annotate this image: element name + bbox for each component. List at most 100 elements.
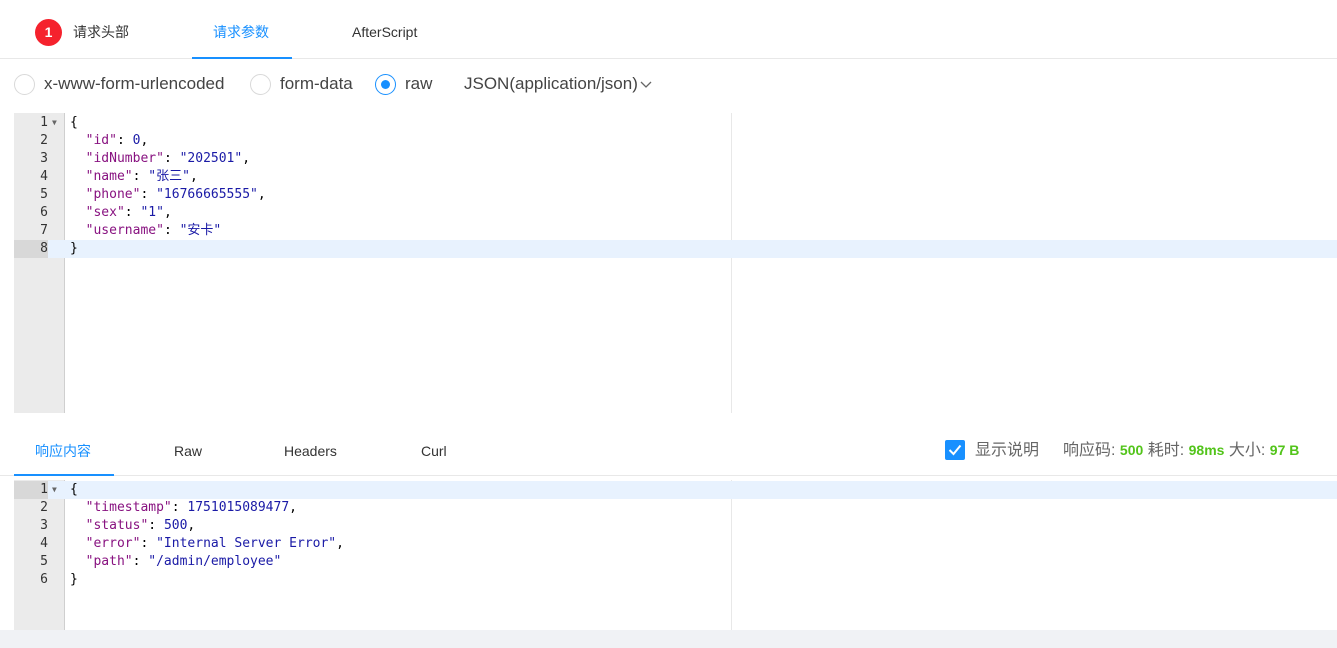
code-line: 8} [14,240,1337,258]
code-text: "name": "张三", [70,168,198,186]
form-data-label[interactable]: form-data [280,62,353,106]
json-value: 500 [163,518,188,533]
bottom-strip [0,630,1337,648]
code-text: "id": 0, [70,132,149,150]
json-separator: : [148,518,164,533]
time-label: 耗时: [1147,442,1185,459]
json-punctuation: , [242,151,251,166]
code-text: { [70,481,78,499]
json-punctuation: , [187,518,196,533]
show-description-checkbox[interactable] [945,440,965,460]
json-key: "status" [85,518,149,533]
code-line: 2 "timestamp": 1751015089477, [14,499,1337,517]
code-line: 6} [14,571,1337,589]
active-response-tab-underline [14,474,114,476]
json-key: "idNumber" [85,151,164,166]
json-key: "id" [85,133,117,148]
response-body-editor[interactable]: 1 ▼ {2 "timestamp": 1751015089477, 3 "statu… [14,480,1337,630]
code-text: "status": 500, [70,517,196,535]
line-number: 8 [14,240,48,258]
json-punctuation: , [189,169,198,184]
urlencoded-label[interactable]: x-www-form-urlencoded [44,62,224,106]
json-punctuation: , [140,133,149,148]
code-text: "username": "安卡" [70,222,222,240]
json-separator: : [163,223,180,238]
status-code-label: 响应码: [1063,442,1116,459]
json-value: 1751015089477 [187,500,290,515]
json-value: "安卡" [179,223,222,238]
content-type-dropdown[interactable]: JSON(application/json) [464,62,652,106]
code-text: { [70,114,78,132]
line-number: 2 [40,500,48,515]
json-value: "202501" [179,151,243,166]
status-code-value: 500 [1119,442,1144,458]
json-punctuation: , [336,536,344,551]
radio-urlencoded[interactable] [14,74,35,95]
chevron-down-icon [640,81,652,88]
radio-raw[interactable] [375,74,396,95]
code-line: 7 "username": "安卡" [14,222,1337,240]
time-value: 98ms [1188,442,1225,458]
json-punctuation: , [257,187,266,202]
code-line: 4 "name": "张三", [14,168,1337,186]
json-punctuation: , [163,205,172,220]
size-value: 97 B [1269,442,1300,458]
response-stats: 响应码: 500 耗时: 98ms 大小: 97 B [1063,428,1299,473]
json-separator: : [140,536,157,551]
code-text: "error": "Internal Server Error", [70,535,344,553]
tab-afterscript[interactable]: AfterScript [352,0,417,59]
code-line: 6 "sex": "1", [14,204,1337,222]
json-brace: } [70,572,78,587]
json-value: "1" [140,205,164,220]
json-key: "sex" [85,205,125,220]
code-line: 3 "status": 500, [14,517,1337,535]
json-value: "Internal Server Error" [156,536,337,551]
code-line: 1 ▼ { [14,114,1337,132]
tab-request-headers[interactable]: 请求头部 [73,0,129,59]
line-number: 4 [40,536,48,551]
line-number: 6 [40,572,48,587]
request-tabs: 1 请求头部 请求参数 AfterScript [0,0,1337,59]
code-text: "idNumber": "202501", [70,150,250,168]
fold-arrow-icon: ▼ [52,485,57,494]
tab-curl[interactable]: Curl [421,428,447,476]
active-tab-underline [192,57,292,59]
tab-headers[interactable]: Headers [284,428,337,476]
json-separator: : [116,133,133,148]
json-value: "/admin/employee" [148,554,282,569]
json-brace: { [70,115,78,130]
show-description-label[interactable]: 显示说明 [975,428,1039,473]
radio-form-data[interactable] [250,74,271,95]
code-line: 5 "phone": "16766665555", [14,186,1337,204]
json-value: "张三" [148,169,190,184]
code-line: 4 "error": "Internal Server Error", [14,535,1337,553]
code-text: "timestamp": 1751015089477, [70,499,297,517]
json-brace: { [70,482,78,497]
code-text: } [70,240,78,258]
line-number: 1 [14,481,48,499]
code-text: "sex": "1", [70,204,172,222]
raw-label[interactable]: raw [405,62,432,106]
tab-raw[interactable]: Raw [174,428,202,476]
check-icon [948,444,962,456]
json-separator: : [163,151,180,166]
json-key: "error" [85,536,141,551]
tab-response-content[interactable]: 响应内容 [35,428,91,476]
tab-request-params[interactable]: 请求参数 [213,0,269,59]
line-number: 7 [40,223,48,238]
body-type-selector: x-www-form-urlencoded form-data raw JSON… [0,62,900,106]
fold-arrow-icon: ▼ [52,118,57,127]
json-punctuation: , [289,500,297,515]
content-type-value: JSON(application/json) [464,74,638,93]
line-number: 1 [40,115,48,130]
line-number: 5 [40,187,48,202]
line-number: 4 [40,169,48,184]
code-line: 3 "idNumber": "202501", [14,150,1337,168]
code-line: 1 ▼ { [14,481,1337,499]
json-separator: : [171,500,188,515]
request-body-editor[interactable]: 1 ▼{2 "id": 0, 3 "idNumber": "202501", 4 "n… [14,113,1337,413]
json-key: "phone" [85,187,141,202]
json-brace: } [70,241,78,256]
json-key: "name" [85,169,133,184]
line-number: 6 [40,205,48,220]
